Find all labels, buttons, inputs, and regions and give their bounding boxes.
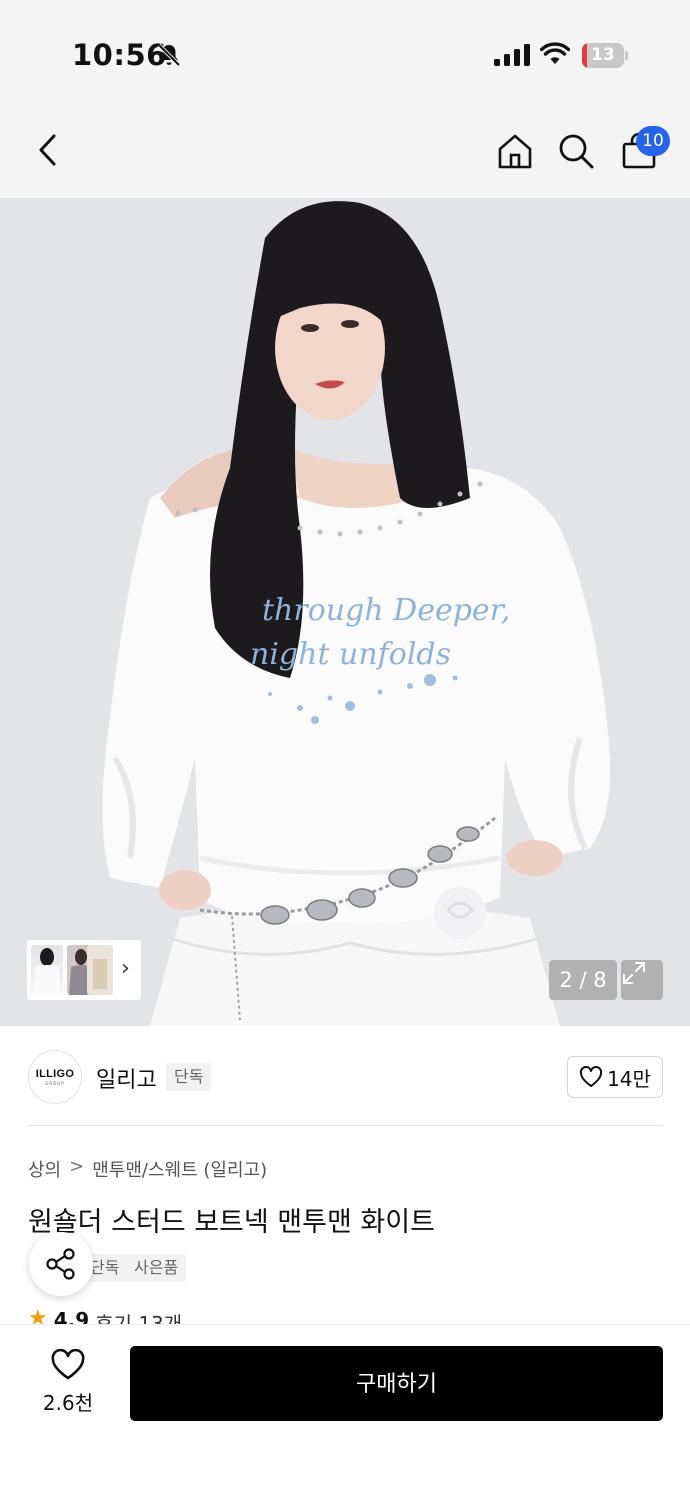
bell-slash-icon bbox=[157, 43, 181, 67]
share-icon bbox=[46, 1248, 75, 1280]
expand-arrows-icon bbox=[623, 962, 645, 984]
brand-exclusive-tag: 단독 bbox=[166, 1063, 212, 1091]
gallery-thumbnail[interactable] bbox=[87, 945, 113, 995]
wishlist-count: 2.6천 bbox=[42, 1391, 94, 1415]
heart-outline-icon bbox=[51, 1349, 85, 1380]
battery-icon: 13 bbox=[582, 43, 628, 68]
breadcrumb-separator: > bbox=[69, 1156, 85, 1177]
battery-percentage: 13 bbox=[591, 45, 615, 65]
wifi-icon bbox=[540, 42, 570, 64]
breadcrumb-item-subcategory[interactable]: 맨투맨/스웨트 (일리고) bbox=[92, 1156, 267, 1182]
svg-text:night unfolds: night unfolds bbox=[250, 637, 451, 672]
wishlist-button[interactable]: 2.6천 bbox=[30, 1349, 106, 1425]
status-time: 10:56 bbox=[72, 38, 167, 72]
product-image-gallery[interactable]: through Deeper, night unfolds › 2 / 8 bbox=[0, 198, 690, 1026]
breadcrumb: 상의 > 맨투맨/스웨트 (일리고) bbox=[28, 1156, 267, 1182]
product-gift-tag: 사은품 bbox=[126, 1254, 187, 1282]
brand-logo-text: ILLIGO bbox=[35, 1068, 75, 1080]
brand-logo[interactable]: ILLIGO GROUP bbox=[28, 1050, 82, 1104]
brand-name[interactable]: 일리고 bbox=[96, 1062, 157, 1094]
expand-image-button[interactable] bbox=[621, 960, 663, 1000]
home-icon bbox=[498, 134, 532, 169]
section-divider bbox=[28, 1125, 662, 1126]
back-button[interactable] bbox=[26, 128, 70, 172]
brand-logo-subtext: GROUP bbox=[45, 1081, 65, 1086]
chevron-right-icon: › bbox=[121, 956, 130, 981]
bottom-action-bar: 2.6천 구매하기 bbox=[0, 1324, 690, 1500]
breadcrumb-item-category[interactable]: 상의 bbox=[28, 1156, 61, 1182]
gallery-thumbnail-strip[interactable]: › bbox=[27, 940, 141, 1000]
top-navigation-bar bbox=[0, 100, 690, 198]
heart-outline-icon bbox=[579, 1066, 603, 1087]
product-title: 원숄더 스터드 보트넥 맨투맨 화이트 bbox=[28, 1207, 435, 1238]
cart-count-badge: 10 bbox=[636, 126, 670, 156]
gallery-thumbnail[interactable] bbox=[31, 945, 63, 995]
search-button[interactable] bbox=[554, 128, 598, 174]
search-icon bbox=[559, 134, 594, 169]
svg-text:through Deeper,: through Deeper, bbox=[262, 593, 510, 628]
status-bar: 10:56 13 bbox=[0, 0, 690, 100]
share-button[interactable] bbox=[29, 1232, 93, 1296]
buy-now-button[interactable]: 구매하기 bbox=[130, 1346, 663, 1421]
image-counter: 2 / 8 bbox=[549, 960, 617, 1000]
cellular-signal-icon bbox=[494, 44, 530, 66]
back-chevron-icon bbox=[39, 134, 56, 166]
brand-like-count: 14만 bbox=[607, 1066, 651, 1091]
product-photo: through Deeper, night unfolds bbox=[0, 198, 690, 1026]
home-button[interactable] bbox=[492, 128, 538, 174]
brand-like-button[interactable]: 14만 bbox=[567, 1056, 663, 1098]
